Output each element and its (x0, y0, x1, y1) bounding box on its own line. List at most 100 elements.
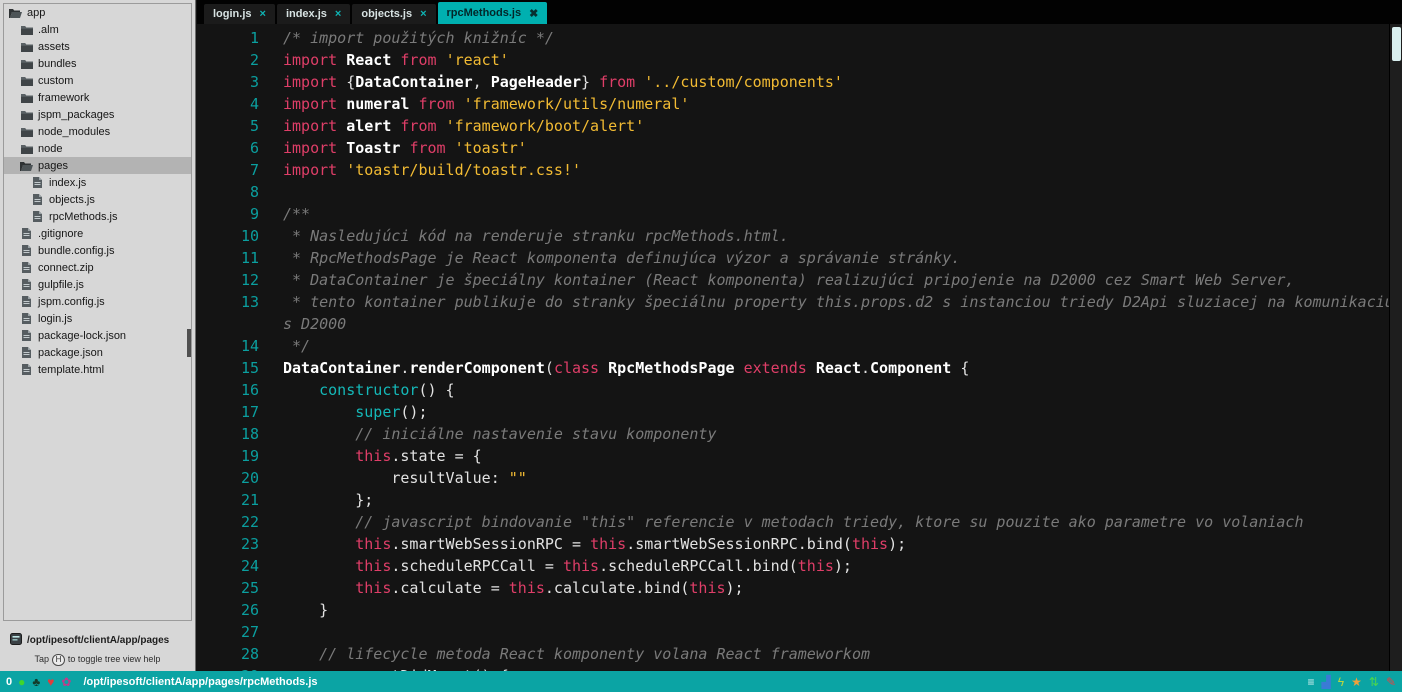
code-line[interactable]: 3import {DataContainer, PageHeader} from… (197, 71, 1402, 93)
code-line[interactable]: 20 resultValue: "" (197, 467, 1402, 489)
heart-icon[interactable]: ♥ (47, 676, 54, 688)
tree-item-connect-zip[interactable]: connect.zip (4, 259, 191, 276)
line-number: 22 (197, 511, 259, 533)
line-number: 7 (197, 159, 259, 181)
tree-item-custom[interactable]: custom (4, 72, 191, 89)
tree-item-jspm-packages[interactable]: jspm_packages (4, 106, 191, 123)
tab-close-icon[interactable]: × (420, 8, 426, 20)
code-line[interactable]: 12 * DataContainer je špeciálny kontaine… (197, 269, 1402, 291)
code-line[interactable]: 11 * RpcMethodsPage je React komponenta … (197, 247, 1402, 269)
code-line[interactable]: s D2000 (197, 313, 1402, 335)
file-icon (20, 347, 33, 358)
tree-item-alm[interactable]: .alm (4, 21, 191, 38)
code-token: from (418, 95, 454, 113)
code-line[interactable]: 4import numeral from 'framework/utils/nu… (197, 93, 1402, 115)
code-line[interactable]: 27 (197, 621, 1402, 643)
code-line[interactable]: 25 this.calculate = this.calculate.bind(… (197, 577, 1402, 599)
tree-item-index-js[interactable]: index.js (4, 174, 191, 191)
tab-login-js[interactable]: login.js× (204, 4, 275, 24)
code-line[interactable]: 17 super(); (197, 401, 1402, 423)
list-icon[interactable]: ≡ (1308, 676, 1315, 688)
code-line[interactable]: 22 // javascript bindovanie "this" refer… (197, 511, 1402, 533)
tree-item-gulpfile-js[interactable]: gulpfile.js (4, 276, 191, 293)
code-line[interactable]: 19 this.state = { (197, 445, 1402, 467)
code-line[interactable]: 13 * tento kontainer publikuje do strank… (197, 291, 1402, 313)
editor-scrollbar-thumb[interactable] (1392, 27, 1401, 61)
line-number: 21 (197, 489, 259, 511)
tree-item-gitignore[interactable]: .gitignore (4, 225, 191, 242)
code-token: .calculate = (391, 579, 508, 597)
tree-item-label: rpcMethods.js (49, 211, 117, 223)
tree-item-pages[interactable]: pages (4, 157, 191, 174)
tree-item-node[interactable]: node (4, 140, 191, 157)
code-line[interactable]: 2import React from 'react' (197, 49, 1402, 71)
line-number: 20 (197, 467, 259, 489)
tree-item-objects-js[interactable]: objects.js (4, 191, 191, 208)
code-line[interactable]: 7import 'toastr/build/toastr.css!' (197, 159, 1402, 181)
code-editor[interactable]: 1/* import použitých knižníc */2import R… (197, 24, 1402, 671)
line-number (197, 313, 259, 335)
tree-item-package-json[interactable]: package.json (4, 344, 191, 361)
code-token: this (852, 535, 888, 553)
tree-item-jspm-config-js[interactable]: jspm.config.js (4, 293, 191, 310)
code-token: 'react' (446, 51, 509, 69)
code-line[interactable]: 24 this.scheduleRPCCall = this.scheduleR… (197, 555, 1402, 577)
code-line-text: DataContainer.renderComponent(class RpcM… (259, 357, 969, 379)
tab-objects-js[interactable]: objects.js× (352, 4, 435, 24)
code-line[interactable]: 1/* import použitých knižníc */ (197, 27, 1402, 49)
code-line[interactable]: 21 }; (197, 489, 1402, 511)
code-token: from (409, 139, 445, 157)
tab-rpcmethods-js[interactable]: rpcMethods.js✖ (438, 2, 548, 24)
tree-item-assets[interactable]: assets (4, 38, 191, 55)
line-number: 27 (197, 621, 259, 643)
code-line[interactable]: 16 constructor() { (197, 379, 1402, 401)
code-line[interactable]: 14 */ (197, 335, 1402, 357)
code-line[interactable]: 8 (197, 181, 1402, 203)
tab-close-icon[interactable]: ✖ (529, 7, 538, 20)
code-token: * tento kontainer publikuje do stranky š… (283, 293, 1394, 311)
code-line[interactable]: 15DataContainer.renderComponent(class Rp… (197, 357, 1402, 379)
code-token: .smartWebSessionRPC.bind( (626, 535, 852, 553)
status-ok-icon[interactable]: ● (18, 676, 25, 688)
line-number: 6 (197, 137, 259, 159)
code-token: from (599, 73, 635, 91)
tab-close-icon[interactable]: × (335, 8, 341, 20)
edit-icon[interactable]: ✎ (1386, 676, 1396, 688)
tree-item-rpcmethods-js[interactable]: rpcMethods.js (4, 208, 191, 225)
star-icon[interactable]: ★ (1351, 676, 1362, 688)
folder-icon (20, 93, 33, 103)
tab-close-icon[interactable]: × (260, 8, 266, 20)
code-line[interactable]: 23 this.smartWebSessionRPC = this.smartW… (197, 533, 1402, 555)
sync-icon[interactable]: ⇅ (1369, 676, 1379, 688)
tree-item-package-lock-json[interactable]: package-lock.json (4, 327, 191, 344)
code-line[interactable]: 10 * Nasledujúci kód na renderuje strank… (197, 225, 1402, 247)
code-line[interactable]: 26 } (197, 599, 1402, 621)
tree-item-template-html[interactable]: template.html (4, 361, 191, 378)
tree-item-node-modules[interactable]: node_modules (4, 123, 191, 140)
chart-icon[interactable]: ▟ (1322, 676, 1331, 688)
code-token: from (400, 51, 436, 69)
tree-item-bundle-config-js[interactable]: bundle.config.js (4, 242, 191, 259)
tree-item-bundles[interactable]: bundles (4, 55, 191, 72)
editor-scrollbar[interactable] (1389, 24, 1402, 671)
code-token (283, 557, 355, 575)
tree-scrollbar-thumb[interactable] (187, 329, 191, 357)
tree-item-login-js[interactable]: login.js (4, 310, 191, 327)
plugins-icon[interactable]: ♣ (32, 676, 40, 688)
code-token: import (283, 117, 337, 135)
tree-item-framework[interactable]: framework (4, 89, 191, 106)
tree-item-label: node (38, 143, 62, 155)
code-line[interactable]: 28 // lifecycle metoda React komponenty … (197, 643, 1402, 665)
tab-index-js[interactable]: index.js× (277, 4, 350, 24)
code-token: . (861, 359, 870, 377)
tree-item-app[interactable]: app (4, 4, 191, 21)
code-line[interactable]: 6import Toastr from 'toastr' (197, 137, 1402, 159)
issue-count: 0 (6, 676, 12, 688)
bolt-icon[interactable]: ϟ (1338, 676, 1344, 688)
flower-icon[interactable]: ✿ (61, 676, 71, 688)
code-line[interactable]: 18 // iniciálne nastavenie stavu kompone… (197, 423, 1402, 445)
code-token: ); (888, 535, 906, 553)
code-token: * DataContainer je špeciálny kontainer (… (283, 271, 1294, 289)
code-line[interactable]: 5import alert from 'framework/boot/alert… (197, 115, 1402, 137)
code-line[interactable]: 9/** (197, 203, 1402, 225)
